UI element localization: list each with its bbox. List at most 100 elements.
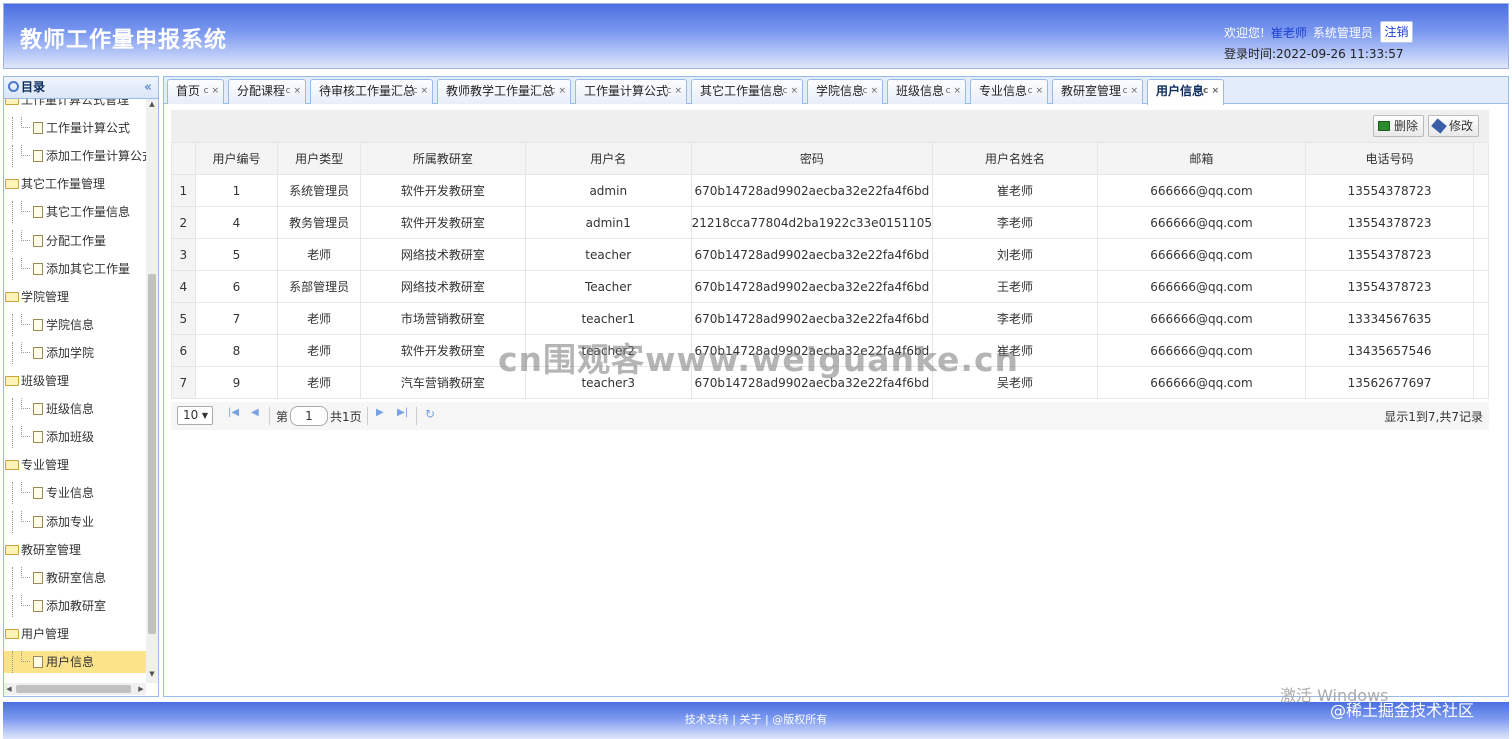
tree-item-label: 用户管理 xyxy=(21,626,70,641)
column-header[interactable]: 邮箱 xyxy=(1096,142,1306,175)
table-row[interactable]: 2 4 教务管理员 软件开发教研室 admin1 21218cca77804d2ba192… xyxy=(171,206,1489,239)
next-page-icon[interactable]: ▶ xyxy=(376,407,384,418)
tab-close-icon[interactable]: c × xyxy=(286,80,301,103)
column-header[interactable]: 密码 xyxy=(690,142,934,175)
tab-label: 首页 xyxy=(176,84,201,98)
tab-close-icon[interactable]: c × xyxy=(204,80,219,103)
scroll-up-icon[interactable]: ▲ xyxy=(146,100,158,112)
column-header[interactable]: 用户类型 xyxy=(277,142,361,175)
file-icon xyxy=(33,234,43,247)
tab-close-icon[interactable]: c × xyxy=(783,80,798,103)
tab-close-icon[interactable]: c × xyxy=(667,80,682,103)
tree-item-label: 班级管理 xyxy=(21,374,70,388)
tab-item[interactable]: 专业信息 c × xyxy=(970,79,1048,104)
scrollbar-thumb[interactable] xyxy=(148,274,156,634)
prev-page-icon[interactable]: ◀ xyxy=(251,407,259,418)
tab-item[interactable]: 分配课程 c × xyxy=(228,79,306,104)
tree-item[interactable]: 添加工作量计算公式 xyxy=(4,145,146,168)
pager-divider xyxy=(416,407,417,425)
tree-folder[interactable]: 专业管理 xyxy=(4,454,146,476)
tree-line xyxy=(12,651,21,673)
pager-divider xyxy=(269,407,270,425)
scroll-left-icon[interactable]: ◀ xyxy=(4,683,14,695)
row-filler xyxy=(1473,238,1489,271)
table-cell: 666666@qq.com xyxy=(1096,334,1306,367)
tree-item[interactable]: 分配工作量 xyxy=(4,229,146,252)
table-row[interactable]: 1 1 系统管理员 软件开发教研室 admin 670b14728ad9902aecba3… xyxy=(171,174,1489,207)
tree-item[interactable]: 添加教研室 xyxy=(4,594,146,617)
tab-close-icon[interactable]: c × xyxy=(1028,80,1043,103)
tree-item[interactable]: 添加专业 xyxy=(4,510,146,533)
tree-folder[interactable]: 工作量计算公式管理 xyxy=(4,99,146,111)
tab-item[interactable]: 教师教学工作量汇总 c × xyxy=(437,79,571,104)
tab-close-icon[interactable]: c × xyxy=(946,80,961,103)
tree-item[interactable]: 添加班级 xyxy=(4,426,146,449)
tree-item[interactable]: 添加学院 xyxy=(4,341,146,364)
tree-folder[interactable]: 班级管理 xyxy=(4,370,146,392)
collapse-icon[interactable]: « xyxy=(144,77,152,98)
logout-button[interactable]: 注销 xyxy=(1380,21,1413,43)
tab-item[interactable]: 工作量计算公式 c × xyxy=(575,79,687,104)
tree-item-label: 添加工作量计算公式 xyxy=(46,149,146,164)
page-number-input[interactable]: 1 xyxy=(290,406,328,426)
tab-close-icon[interactable]: c × xyxy=(551,80,566,103)
delete-button[interactable]: 删除 xyxy=(1373,115,1425,137)
footer: 技术支持 | 关于 | @版权所有 xyxy=(3,702,1509,739)
scroll-right-icon[interactable]: ▶ xyxy=(136,683,146,695)
sidebar-vertical-scrollbar[interactable]: ▲ ▼ xyxy=(146,99,158,683)
refresh-icon[interactable]: ↻ xyxy=(425,407,435,421)
watermark-text: cn围观客www.weiguanke.cn xyxy=(498,340,1020,379)
sidebar-horizontal-scrollbar[interactable]: ◀ ▶ xyxy=(4,683,146,695)
first-page-icon[interactable]: |◀ xyxy=(228,407,239,418)
tree-elbow xyxy=(21,201,30,213)
folder-icon xyxy=(5,179,19,190)
last-page-icon[interactable]: ▶| xyxy=(397,407,408,418)
grid-toolbar: 删除 修改 xyxy=(171,110,1489,142)
page-size-select[interactable]: 10 ▼ xyxy=(177,406,213,425)
tree-folder[interactable]: 用户管理 xyxy=(4,623,146,645)
tab-item[interactable]: 其它工作量信息 c × xyxy=(691,79,803,104)
tree-folder[interactable]: 学院管理 xyxy=(4,286,146,308)
tab-label: 用户信息 xyxy=(1156,84,1205,98)
tree-item[interactable]: 班级信息 xyxy=(4,398,146,421)
tree-item[interactable]: 教研室信息 xyxy=(4,566,146,589)
scrollbar-thumb[interactable] xyxy=(16,685,131,693)
tab-item[interactable]: 用户信息 c × xyxy=(1147,79,1224,105)
tab-close-icon[interactable]: c × xyxy=(1123,80,1138,103)
column-header[interactable]: 电话号码 xyxy=(1304,142,1475,175)
tree-folder[interactable]: 教研室管理 xyxy=(4,539,146,561)
table-cell: 崔老师 xyxy=(932,174,1098,207)
scroll-down-icon[interactable]: ▼ xyxy=(146,670,158,682)
tree-item[interactable]: 添加其它工作量 xyxy=(4,257,146,280)
tab-item[interactable]: 班级信息 c × xyxy=(887,79,966,104)
tree-item-label: 添加学院 xyxy=(46,345,95,360)
column-header[interactable]: 用户名姓名 xyxy=(932,142,1098,175)
tab-close-icon[interactable]: c × xyxy=(863,80,878,103)
column-header[interactable]: 用户名 xyxy=(524,142,692,175)
column-header[interactable]: 用户编号 xyxy=(194,142,279,175)
tree-item[interactable]: 学院信息 xyxy=(4,313,146,336)
tab-item[interactable]: 首页 c × xyxy=(167,79,224,104)
tab-close-icon[interactable]: c × xyxy=(1203,80,1219,103)
table-row[interactable]: 4 6 系部管理员 网络技术教研室 Teacher 670b14728ad9902aecb… xyxy=(171,270,1489,303)
tab-item[interactable]: 待审核工作量汇总 c × xyxy=(310,79,433,104)
table-cell: 6 xyxy=(194,270,279,303)
user-name-link[interactable]: 崔老师 xyxy=(1271,26,1307,40)
tree-item[interactable]: 工作量计算公式 xyxy=(4,117,146,140)
tree-folder[interactable]: 其它工作量管理 xyxy=(4,173,146,195)
tree-item[interactable]: 专业信息 xyxy=(4,482,146,505)
tab-item[interactable]: 教研室管理 c × xyxy=(1052,79,1143,104)
tree-item[interactable]: 用户信息 xyxy=(4,651,146,673)
edit-button[interactable]: 修改 xyxy=(1428,115,1480,137)
row-filler xyxy=(1473,334,1489,367)
table-row[interactable]: 5 7 老师 市场营销教研室 teacher1 670b14728ad9902aecba3… xyxy=(171,302,1489,335)
tab-close-icon[interactable]: c × xyxy=(413,80,428,103)
tree-item-label: 添加班级 xyxy=(46,430,95,445)
table-cell: 王老师 xyxy=(932,270,1098,303)
column-header[interactable]: 所属教研室 xyxy=(359,142,526,175)
tree-item[interactable]: 其它工作量信息 xyxy=(4,201,146,224)
table-cell: 网络技术教研室 xyxy=(359,238,526,271)
table-cell: 666666@qq.com xyxy=(1096,302,1306,335)
tab-item[interactable]: 学院信息 c × xyxy=(807,79,883,104)
table-row[interactable]: 3 5 老师 网络技术教研室 teacher 670b14728ad9902aecba32… xyxy=(171,238,1489,271)
